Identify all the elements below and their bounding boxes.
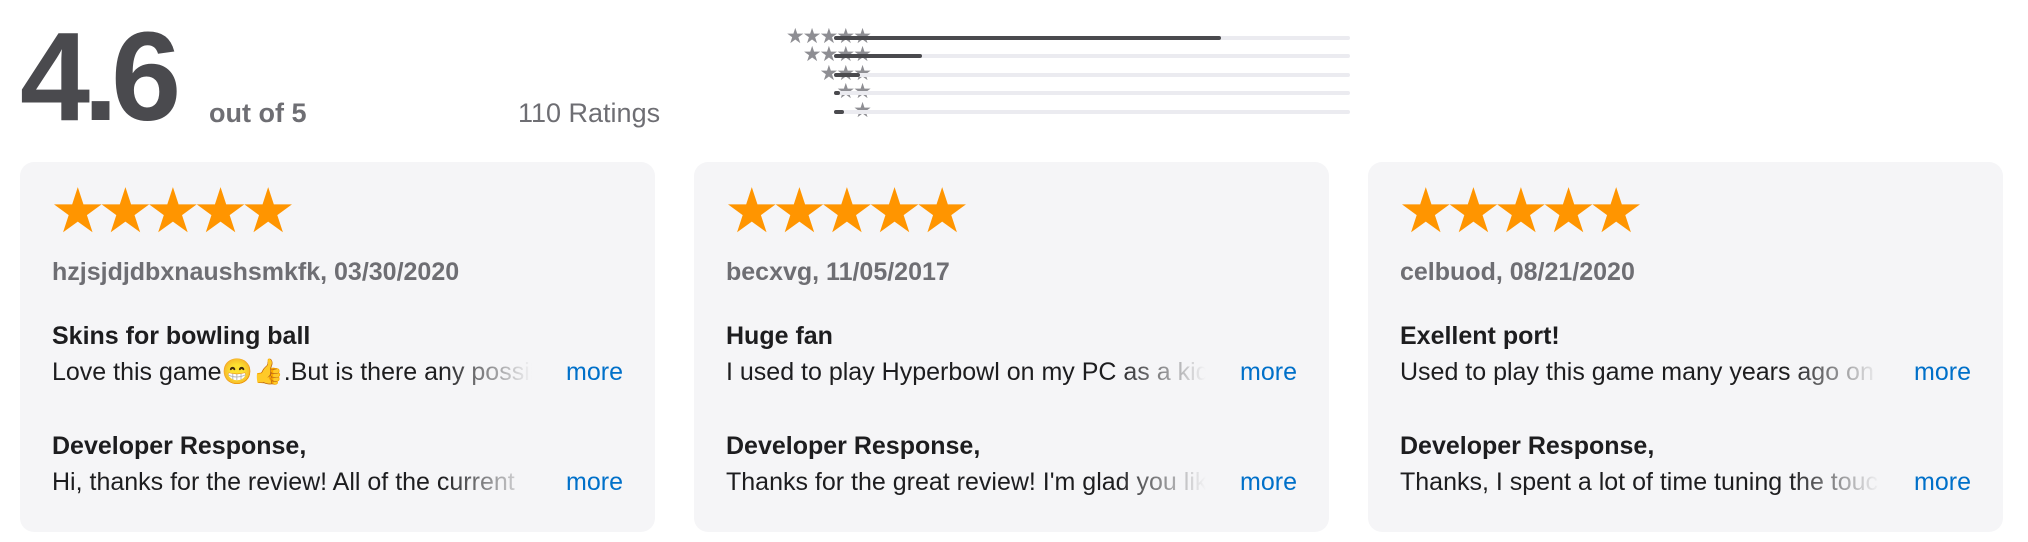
review-more-link[interactable]: more [566,358,623,387]
review-author-date: celbuod, 08/21/2020 [1400,258,1635,286]
histogram-row-5: ★★★★★ [692,26,1352,48]
histogram-row-3: ★★★ [692,63,1352,85]
rating-histogram: ★★★★★ ★★★★ ★★★ ★★ ★ [692,26,1352,122]
average-rating: 4.6 [20,6,181,147]
histogram-row-1: ★ [692,100,1352,122]
developer-response-title: Developer Response, [52,432,307,460]
developer-response-body: Thanks, I spent a lot of time tuning the… [1400,468,1880,497]
review-card: ★★★★★ hzjsjdjdbxnaushsmkfk, 03/30/2020 S… [20,162,655,532]
review-title: Exellent port! [1400,322,1560,350]
developer-response-more-link[interactable]: more [1240,468,1297,497]
review-body: Used to play this game many years ago on [1400,358,1880,387]
histogram-track [834,91,1350,96]
review-title: Skins for bowling ball [52,322,311,350]
review-body: Love this game😁👍.But is there any possib… [52,358,532,387]
out-of-label: out of 5 [209,98,307,128]
review-author-date: hzjsjdjdbxnaushsmkfk, 03/30/2020 [52,258,460,286]
developer-response-body: Hi, thanks for the review! All of the cu… [52,468,532,497]
histogram-bar [834,54,922,59]
developer-response-title: Developer Response, [726,432,981,460]
histogram-bar [834,36,1221,40]
histogram-track [834,72,1350,77]
developer-response-more-link[interactable]: more [1914,468,1971,497]
histogram-row-2: ★★ [692,81,1352,103]
review-more-link[interactable]: more [1914,358,1971,387]
review-more-link[interactable]: more [1240,358,1297,387]
histogram-row-4: ★★★★ [692,44,1352,66]
histogram-track [834,36,1350,40]
developer-response-body: Thanks for the great review! I'm glad yo… [726,468,1206,497]
ratings-count: 110 Ratings [518,98,661,128]
developer-response-more-link[interactable]: more [566,468,623,497]
star-rating-icon: ★★★★★ [50,177,296,246]
developer-response-title: Developer Response, [1400,432,1655,460]
review-body: I used to play Hyperbowl on my PC as a k… [726,358,1206,387]
histogram-bar [834,72,860,77]
histogram-track [834,54,1350,59]
star-rating-icon: ★★★★★ [724,177,970,246]
review-card: ★★★★★ celbuod, 08/21/2020 Exellent port!… [1368,162,2003,532]
ratings-summary: 4.6 out of 5 110 Ratings ★★★★★ ★★★★ ★★★ … [20,0,1350,150]
review-card: ★★★★★ becxvg, 11/05/2017 Huge fan I used… [694,162,1329,532]
review-author-date: becxvg, 11/05/2017 [726,258,950,286]
histogram-bar [834,109,845,114]
star-rating-icon: ★★★★★ [1398,177,1644,246]
histogram-bar [834,91,841,96]
histogram-track [834,109,1350,114]
review-title: Huge fan [726,322,833,350]
